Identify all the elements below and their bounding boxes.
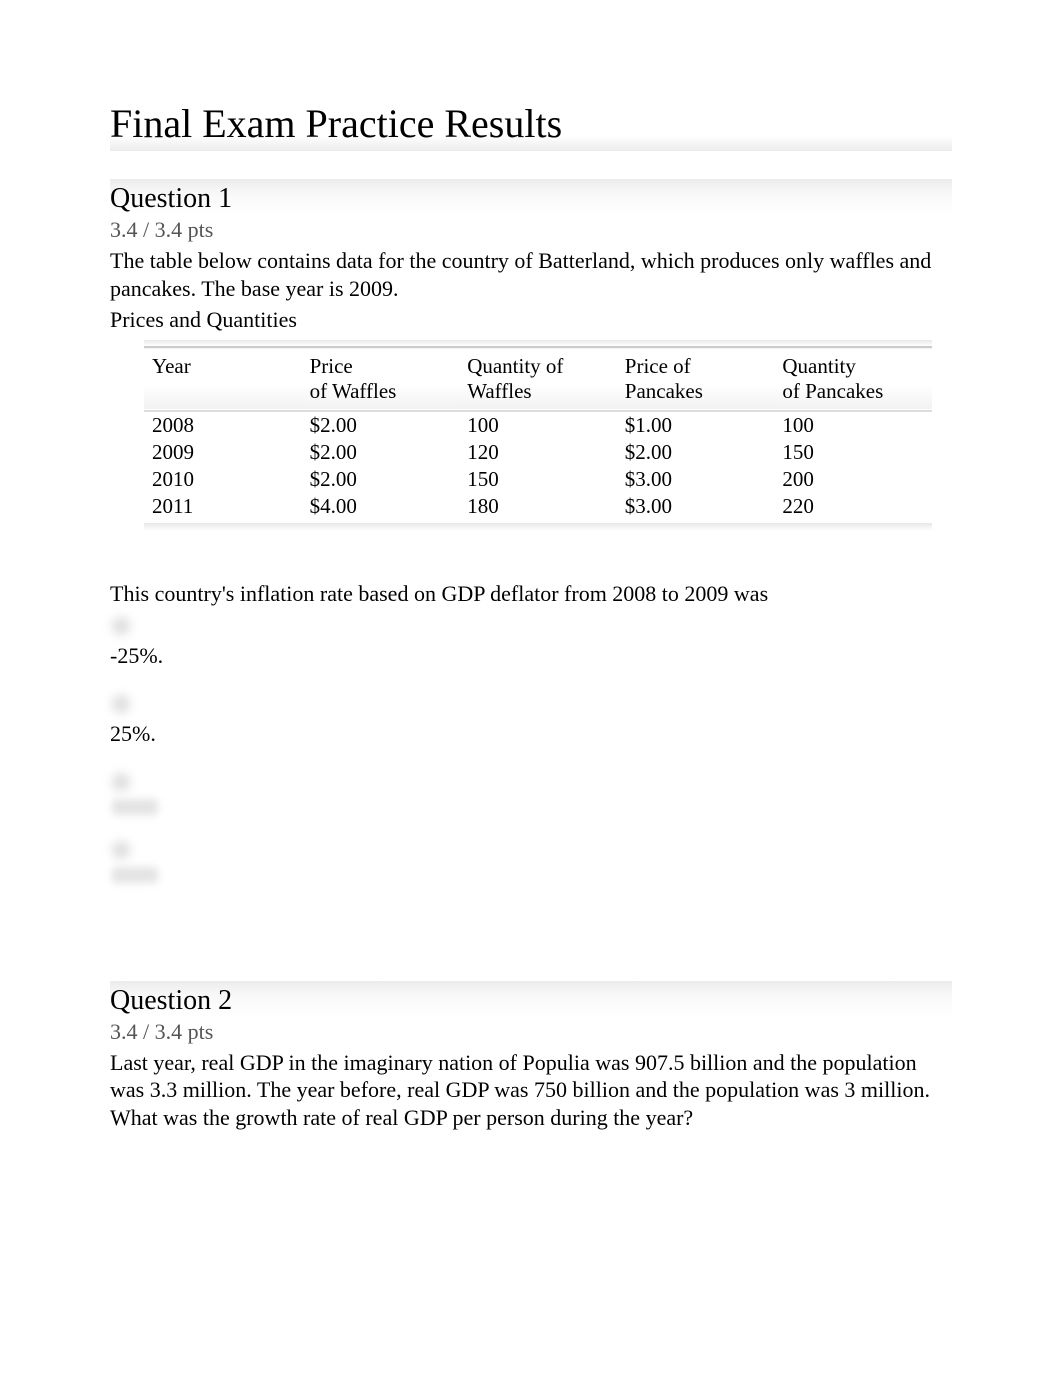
question-2-text: Last year, real GDP in the imaginary nat… — [110, 1049, 952, 1132]
question-2-points: 3.4 / 3.4 pts — [110, 1019, 952, 1045]
cell-pp: $1.00 — [617, 411, 775, 439]
cell-pw: $2.00 — [302, 439, 460, 466]
cell-year: 2009 — [144, 439, 302, 466]
table-row: 2009 $2.00 120 $2.00 150 — [144, 439, 932, 466]
cell-qw: 120 — [459, 439, 617, 466]
table-row: 2008 $2.00 100 $1.00 100 — [144, 411, 932, 439]
cell-year: 2008 — [144, 411, 302, 439]
col-qty-pancakes-2: of Pancakes — [782, 379, 883, 403]
col-price-waffles-1: Price — [310, 354, 353, 378]
page-title: Final Exam Practice Results — [110, 100, 952, 151]
radio-icon — [112, 773, 130, 791]
radio-icon — [112, 617, 130, 635]
cell-qw: 150 — [459, 466, 617, 493]
option-a: -25%. — [110, 617, 952, 669]
question-1-points: 3.4 / 3.4 pts — [110, 217, 952, 243]
radio-icon — [112, 695, 130, 713]
table-row: 2010 $2.00 150 $3.00 200 — [144, 466, 932, 493]
table-row: 2011 $4.00 180 $3.00 220 — [144, 493, 932, 523]
table-title: Prices and Quantities — [110, 306, 952, 334]
col-qty-pancakes-1: Quantity — [782, 354, 856, 378]
col-qty-waffles-2: Waffles — [467, 379, 531, 403]
hidden-option-text — [112, 867, 158, 883]
cell-qw: 100 — [459, 411, 617, 439]
col-price-pancakes-2: Pancakes — [625, 379, 703, 403]
col-price-pancakes-1: Price of — [625, 354, 691, 378]
cell-qp: 220 — [774, 493, 932, 523]
cell-pw: $2.00 — [302, 466, 460, 493]
option-d — [110, 841, 952, 883]
question-1-heading: Question 1 — [110, 179, 952, 215]
col-price-waffles-2: of Waffles — [310, 379, 397, 403]
question-2-heading: Question 2 — [110, 981, 952, 1017]
cell-pp: $3.00 — [617, 493, 775, 523]
cell-year: 2011 — [144, 493, 302, 523]
cell-qp: 200 — [774, 466, 932, 493]
cell-pw: $4.00 — [302, 493, 460, 523]
option-b-text: 25%. — [110, 721, 952, 747]
option-a-text: -25%. — [110, 643, 952, 669]
radio-icon — [112, 841, 130, 859]
cell-qw: 180 — [459, 493, 617, 523]
question-1-intro: The table below contains data for the co… — [110, 247, 952, 302]
option-b: 25%. — [110, 695, 952, 747]
data-table: Year Price of Waffles Quantity of Waffle… — [144, 340, 932, 531]
table-header-row: Year Price of Waffles Quantity of Waffle… — [144, 347, 932, 411]
cell-qp: 150 — [774, 439, 932, 466]
cell-pp: $2.00 — [617, 439, 775, 466]
hidden-option-text — [112, 799, 158, 815]
cell-qp: 100 — [774, 411, 932, 439]
col-year: Year — [152, 354, 191, 378]
cell-pp: $3.00 — [617, 466, 775, 493]
col-qty-waffles-1: Quantity of — [467, 354, 563, 378]
question-1-stem: This country's inflation rate based on G… — [110, 581, 952, 607]
cell-pw: $2.00 — [302, 411, 460, 439]
option-c — [110, 773, 952, 815]
cell-year: 2010 — [144, 466, 302, 493]
